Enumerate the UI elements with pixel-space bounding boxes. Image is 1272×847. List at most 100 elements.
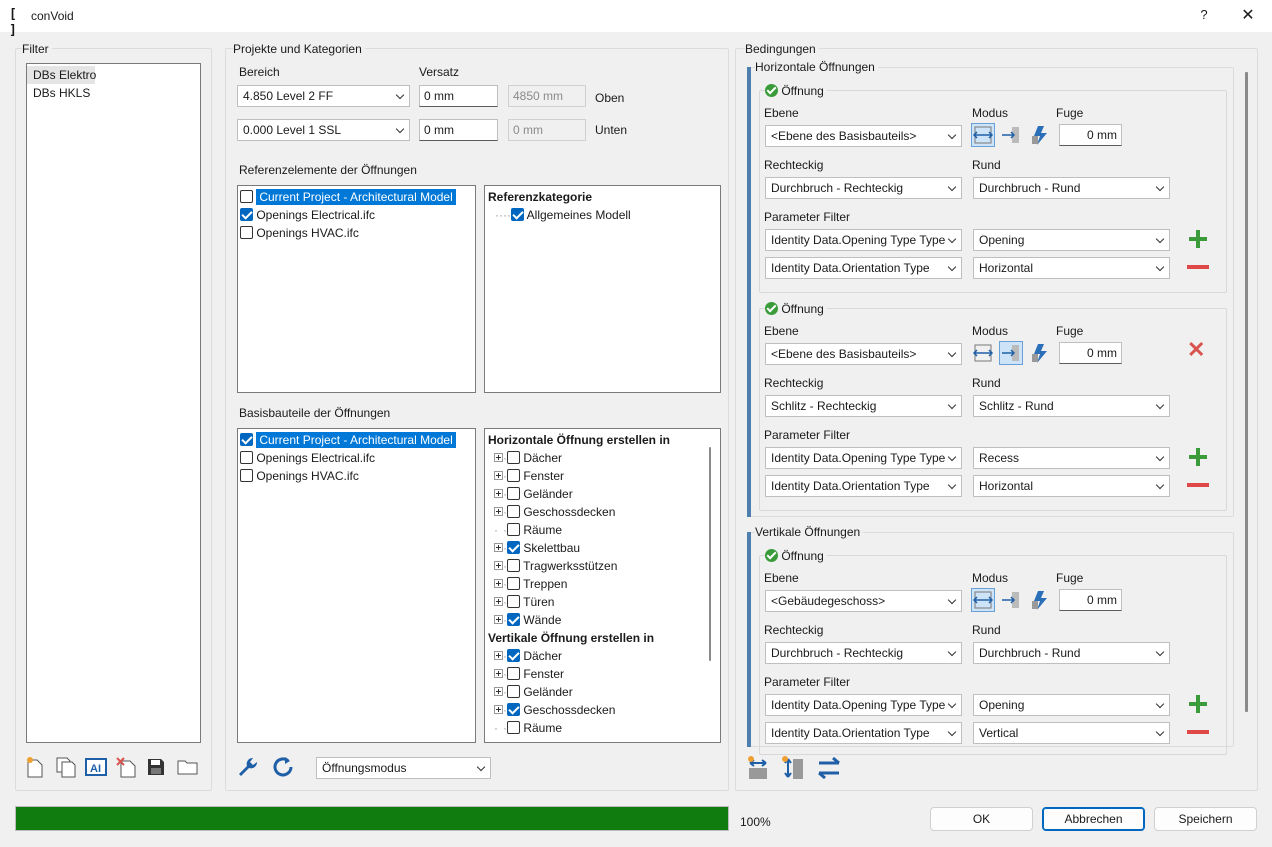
joint-input[interactable]: 0 mm <box>1059 589 1122 611</box>
mode-edge-icon[interactable] <box>999 123 1023 147</box>
filter-item-dbs-hkls[interactable]: DBs HKLS <box>27 84 200 102</box>
tree-expand-icon[interactable] <box>494 489 503 498</box>
mode-edge-icon[interactable] <box>999 341 1023 365</box>
base-model-checkbox[interactable] <box>240 469 253 482</box>
new-filter-icon[interactable] <box>25 756 45 778</box>
filter-item-dbs-elektro[interactable]: DBs Elektro <box>27 66 96 84</box>
add-horizontal-opening-icon[interactable] <box>746 755 770 781</box>
remove-filter-icon[interactable] <box>1187 730 1209 734</box>
tree-expand-icon[interactable] <box>494 597 503 606</box>
category-checkbox[interactable] <box>507 505 520 518</box>
ok-button[interactable]: OK <box>930 807 1033 831</box>
category-checkbox[interactable] <box>507 613 520 626</box>
filter-list[interactable]: DBs Elektro DBs HKLS <box>26 63 201 743</box>
base-model-row[interactable]: Current Project - Architectural Model <box>238 431 475 449</box>
settings-wrench-icon[interactable] <box>236 755 260 779</box>
tree-scrollbar[interactable] <box>709 447 711 661</box>
add-filter-icon[interactable] <box>1189 230 1207 248</box>
add-vertical-opening-icon[interactable] <box>781 755 805 781</box>
refresh-icon[interactable] <box>271 755 295 779</box>
tree-expand-icon[interactable] <box>494 453 503 462</box>
mode-auto-icon[interactable] <box>1029 123 1053 147</box>
parameter-value-combo[interactable]: Horizontal <box>973 475 1170 497</box>
category-checkbox[interactable] <box>507 451 520 464</box>
conditions-scrollbar[interactable] <box>1245 72 1248 712</box>
category-item[interactable]: · Geschossdecken <box>485 503 720 521</box>
rename-filter-icon[interactable]: AI <box>85 757 107 777</box>
rectangular-family-combo[interactable]: Durchbruch - Rechteckig <box>765 177 962 199</box>
category-checkbox[interactable] <box>507 649 520 662</box>
tree-expand-icon[interactable] <box>494 687 503 696</box>
tree-expand-icon[interactable] <box>494 615 503 624</box>
category-item[interactable]: · Geländer <box>485 683 720 701</box>
bottom-offset-input[interactable]: 0 mm <box>419 119 498 141</box>
category-item[interactable]: · Türen <box>485 593 720 611</box>
category-item[interactable]: · Skelettbau <box>485 539 720 557</box>
level-combo[interactable]: <Ebene des Basisbauteils> <box>765 125 962 147</box>
category-item[interactable]: · Tragwerksstützen <box>485 557 720 575</box>
tree-expand-icon[interactable] <box>494 507 503 516</box>
reference-category-tree[interactable]: Referenzkategorie ···· Allgemeines Model… <box>484 185 721 393</box>
add-filter-icon[interactable] <box>1189 695 1207 713</box>
category-checkbox[interactable] <box>507 469 520 482</box>
ref-model-row[interactable]: Current Project - Architectural Model <box>238 188 475 206</box>
remove-opening-icon[interactable]: ✕ <box>1187 339 1205 361</box>
level-combo[interactable]: <Ebene des Basisbauteils> <box>765 343 962 365</box>
save-button[interactable]: Speichern <box>1154 807 1257 831</box>
tree-expand-icon[interactable] <box>494 669 503 678</box>
add-filter-icon[interactable] <box>1189 448 1207 466</box>
category-checkbox[interactable] <box>507 577 520 590</box>
ref-category-checkbox[interactable] <box>510 208 524 221</box>
top-offset-input[interactable]: 0 mm <box>419 85 498 107</box>
tree-expand-icon[interactable] <box>494 471 503 480</box>
category-checkbox[interactable] <box>507 487 520 500</box>
mode-auto-icon[interactable] <box>1029 341 1053 365</box>
ref-model-checkbox[interactable] <box>240 208 253 221</box>
reference-models-list[interactable]: Current Project - Architectural Model Op… <box>237 185 476 393</box>
tree-expand-icon[interactable] <box>494 561 503 570</box>
parameter-combo[interactable]: Identity Data.Orientation Type <box>765 722 962 744</box>
tree-expand-icon[interactable] <box>494 651 503 660</box>
category-item[interactable]: · · Räume <box>485 719 720 737</box>
round-family-combo[interactable]: Durchbruch - Rund <box>973 642 1170 664</box>
remove-filter-icon[interactable] <box>1187 483 1209 487</box>
category-checkbox[interactable] <box>507 541 520 554</box>
mode-auto-icon[interactable] <box>1029 588 1053 612</box>
category-item[interactable]: · Fenster <box>485 665 720 683</box>
parameter-combo[interactable]: Identity Data.Opening Type Type <box>765 229 962 251</box>
mode-center-icon[interactable] <box>971 588 995 612</box>
tree-expand-icon[interactable] <box>494 705 503 714</box>
base-model-checkbox[interactable] <box>240 433 253 446</box>
ref-model-row[interactable]: Openings HVAC.ifc <box>238 224 475 242</box>
parameter-combo[interactable]: Identity Data.Orientation Type <box>765 257 962 279</box>
category-checkbox[interactable] <box>507 667 520 680</box>
ref-model-row[interactable]: Openings Electrical.ifc <box>238 206 475 224</box>
parameter-combo[interactable]: Identity Data.Opening Type Type <box>765 447 962 469</box>
joint-input[interactable]: 0 mm <box>1059 342 1122 364</box>
category-checkbox[interactable] <box>507 721 520 734</box>
parameter-value-combo[interactable]: Recess <box>973 447 1170 469</box>
category-item[interactable]: · Geländer <box>485 485 720 503</box>
copy-filter-icon[interactable] <box>55 756 77 778</box>
remove-filter-icon[interactable] <box>1187 265 1209 269</box>
category-item[interactable]: · Geschossdecken <box>485 701 720 719</box>
round-family-combo[interactable]: Schlitz - Rund <box>973 395 1170 417</box>
category-item[interactable]: · Treppen <box>485 575 720 593</box>
tree-expand-icon[interactable] <box>494 579 503 588</box>
parameter-combo[interactable]: Identity Data.Opening Type Type <box>765 694 962 716</box>
parameter-value-combo[interactable]: Opening <box>973 229 1170 251</box>
opening-mode-combo[interactable]: Öffnungsmodus <box>316 757 491 779</box>
base-model-row[interactable]: Openings Electrical.ifc <box>238 449 475 467</box>
help-button[interactable]: ? <box>1196 7 1212 22</box>
category-checkbox[interactable] <box>507 595 520 608</box>
top-level-combo[interactable]: 4.850 Level 2 FF <box>237 85 410 107</box>
parameter-combo[interactable]: Identity Data.Orientation Type <box>765 475 962 497</box>
parameter-value-combo[interactable]: Horizontal <box>973 257 1170 279</box>
parameter-value-combo[interactable]: Opening <box>973 694 1170 716</box>
base-category-tree[interactable]: Horizontale Öffnung erstellen in · Dächer… <box>484 428 721 743</box>
save-filter-icon[interactable] <box>146 757 166 777</box>
ref-model-checkbox[interactable] <box>240 190 253 203</box>
level-combo[interactable]: <Gebäudegeschoss> <box>765 590 962 612</box>
delete-filter-icon[interactable] <box>115 756 137 778</box>
parameter-value-combo[interactable]: Vertical <box>973 722 1170 744</box>
